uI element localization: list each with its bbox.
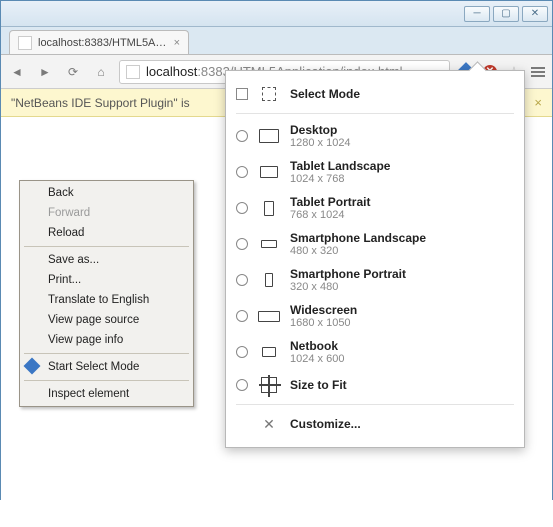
separator <box>236 113 514 114</box>
popup-device-smartphone-landscape[interactable]: Smartphone Landscape480 x 320 <box>226 226 524 262</box>
popup-select-mode[interactable]: Select Mode <box>226 79 524 109</box>
close-tab-icon[interactable]: × <box>174 37 180 49</box>
separator <box>24 246 189 247</box>
close-window-button[interactable]: ✕ <box>522 6 548 22</box>
cm-reload[interactable]: Reload <box>22 223 191 243</box>
minimize-button[interactable]: ─ <box>464 6 490 22</box>
cm-print[interactable]: Print... <box>22 270 191 290</box>
radio-icon <box>236 238 248 250</box>
widescreen-icon <box>258 308 280 324</box>
popup-device-widescreen[interactable]: Widescreen1680 x 1050 <box>226 298 524 334</box>
forward-button[interactable]: ► <box>35 62 55 82</box>
radio-icon <box>236 166 248 178</box>
cm-back[interactable]: Back <box>22 183 191 203</box>
tablet-portrait-icon <box>258 200 280 216</box>
netbook-icon <box>258 344 280 360</box>
tab-title: localhost:8383/HTML5Applicat <box>38 37 168 49</box>
cm-view-info[interactable]: View page info <box>22 330 191 350</box>
radio-icon <box>236 346 248 358</box>
radio-icon <box>236 310 248 322</box>
popup-device-desktop[interactable]: Desktop1280 x 1024 <box>226 118 524 154</box>
infobar-close-icon[interactable]: × <box>534 95 542 110</box>
tools-icon: ✕ <box>258 416 280 432</box>
separator <box>236 404 514 405</box>
cube-icon <box>24 358 41 375</box>
cm-start-select[interactable]: Start Select Mode <box>22 357 191 377</box>
home-button[interactable]: ⌂ <box>91 62 111 82</box>
checkbox-icon <box>236 88 248 100</box>
resize-popup: Select Mode Desktop1280 x 1024 Tablet La… <box>225 70 525 448</box>
popup-size-to-fit[interactable]: Size to Fit <box>226 370 524 400</box>
titlebar: ─ ▢ ✕ <box>1 1 552 27</box>
site-info-icon[interactable] <box>126 65 140 79</box>
separator <box>24 380 189 381</box>
back-button[interactable]: ◄ <box>7 62 27 82</box>
popup-device-tablet-landscape[interactable]: Tablet Landscape1024 x 768 <box>226 154 524 190</box>
tab-strip: localhost:8383/HTML5Applicat × <box>1 27 552 55</box>
popup-device-tablet-portrait[interactable]: Tablet Portrait768 x 1024 <box>226 190 524 226</box>
radio-icon <box>236 274 248 286</box>
select-icon <box>258 86 280 102</box>
cm-translate[interactable]: Translate to English <box>22 290 191 310</box>
radio-icon <box>236 130 248 142</box>
browser-tab[interactable]: localhost:8383/HTML5Applicat × <box>9 30 189 54</box>
cm-forward: Forward <box>22 203 191 223</box>
separator <box>24 353 189 354</box>
popup-device-smartphone-portrait[interactable]: Smartphone Portrait320 x 480 <box>226 262 524 298</box>
tablet-landscape-icon <box>258 164 280 180</box>
phone-landscape-icon <box>258 236 280 252</box>
maximize-button[interactable]: ▢ <box>493 6 519 22</box>
chrome-menu-icon[interactable] <box>530 64 546 80</box>
cm-save-as[interactable]: Save as... <box>22 250 191 270</box>
size-to-fit-icon <box>258 377 280 393</box>
cm-inspect[interactable]: Inspect element <box>22 384 191 404</box>
radio-icon <box>236 202 248 214</box>
popup-device-netbook[interactable]: Netbook1024 x 600 <box>226 334 524 370</box>
context-menu: Back Forward Reload Save as... Print... … <box>19 180 194 407</box>
info-bar-text: "NetBeans IDE Support Plugin" is <box>11 96 190 110</box>
cm-view-source[interactable]: View page source <box>22 310 191 330</box>
desktop-icon <box>258 128 280 144</box>
phone-portrait-icon <box>258 272 280 288</box>
page-icon <box>18 36 32 50</box>
radio-icon <box>236 379 248 391</box>
popup-customize[interactable]: ✕ Customize... <box>226 409 524 439</box>
reload-button[interactable]: ⟳ <box>63 62 83 82</box>
